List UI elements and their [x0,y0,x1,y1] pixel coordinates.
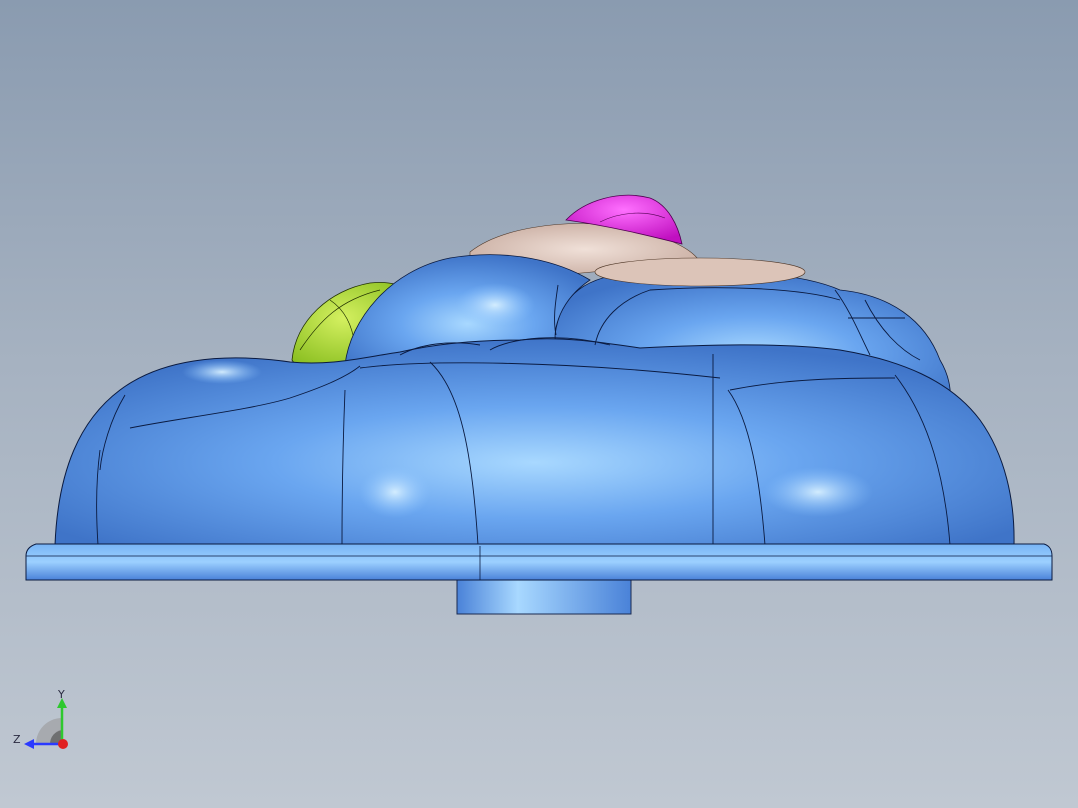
cad-model[interactable] [0,0,1078,808]
highlight-2 [763,467,873,517]
highlight-4 [182,360,262,384]
axis-triad[interactable]: Y Z [10,686,80,756]
x-axis-dot [58,739,68,749]
bottom-boss [456,575,632,615]
z-axis-label: Z [13,733,21,746]
beige-oval [594,257,806,287]
z-axis-arrow [24,739,34,749]
base-plate [25,543,1053,581]
highlight-3 [455,283,535,327]
highlight-1 [359,466,431,518]
3d-viewport[interactable]: Y Z [0,0,1078,808]
y-axis-label: Y [57,688,65,701]
